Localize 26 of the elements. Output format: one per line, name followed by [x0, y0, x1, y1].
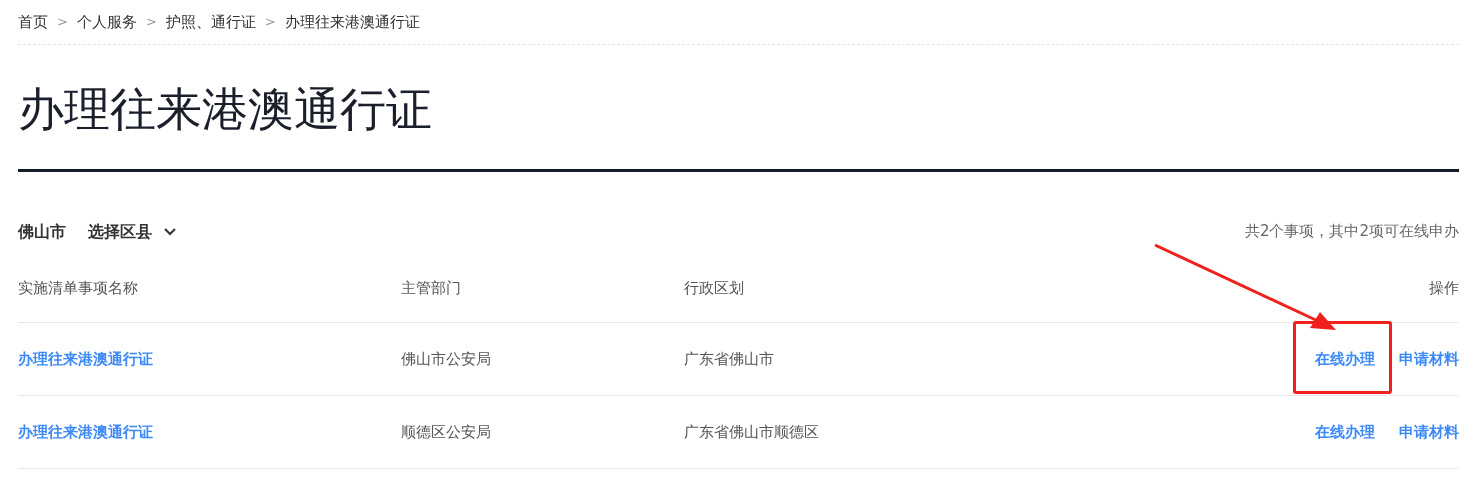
action-link[interactable]: 在线办理: [1315, 349, 1375, 368]
column-header: 主管部门: [401, 277, 462, 299]
department-cell-text: 佛山市公安局: [401, 348, 492, 370]
item-name-link[interactable]: 办理往来港澳通行证: [18, 420, 401, 444]
district-select[interactable]: 选择区县: [88, 219, 176, 244]
city-label: 佛山市: [18, 220, 66, 243]
breadcrumb-separator: >: [264, 13, 276, 32]
breadcrumb-link[interactable]: 首页: [18, 10, 48, 34]
item-name-link[interactable]: 办理往来港澳通行证: [18, 347, 401, 371]
action-link[interactable]: 在线办理: [1315, 422, 1375, 441]
breadcrumb-separator: >: [57, 13, 68, 32]
breadcrumb-link[interactable]: 办理往来港澳通行证: [284, 10, 420, 34]
breadcrumb-link[interactable]: 个人服务: [76, 10, 137, 34]
breadcrumb-link[interactable]: 护照、通行证: [165, 10, 256, 34]
page-title: 办理往来港澳通行证: [18, 80, 432, 138]
column-header: 行政区划: [684, 277, 745, 299]
action-link[interactable]: 申请材料: [1399, 422, 1459, 441]
region-cell-text: 广东省佛山市顺德区: [684, 421, 820, 443]
column-header: 实施清单事项名称: [18, 277, 139, 299]
region-cell-text: 广东省佛山市: [684, 348, 775, 370]
action-link[interactable]: 申请材料: [1399, 349, 1459, 368]
chevron-down-icon: [164, 227, 176, 236]
summary-text: 共2个事项，其中2项可在线申办: [1244, 221, 1459, 243]
department-cell-text: 顺德区公安局: [401, 421, 492, 443]
column-header: 操作: [1429, 277, 1459, 299]
breadcrumb-separator: >: [145, 13, 157, 32]
